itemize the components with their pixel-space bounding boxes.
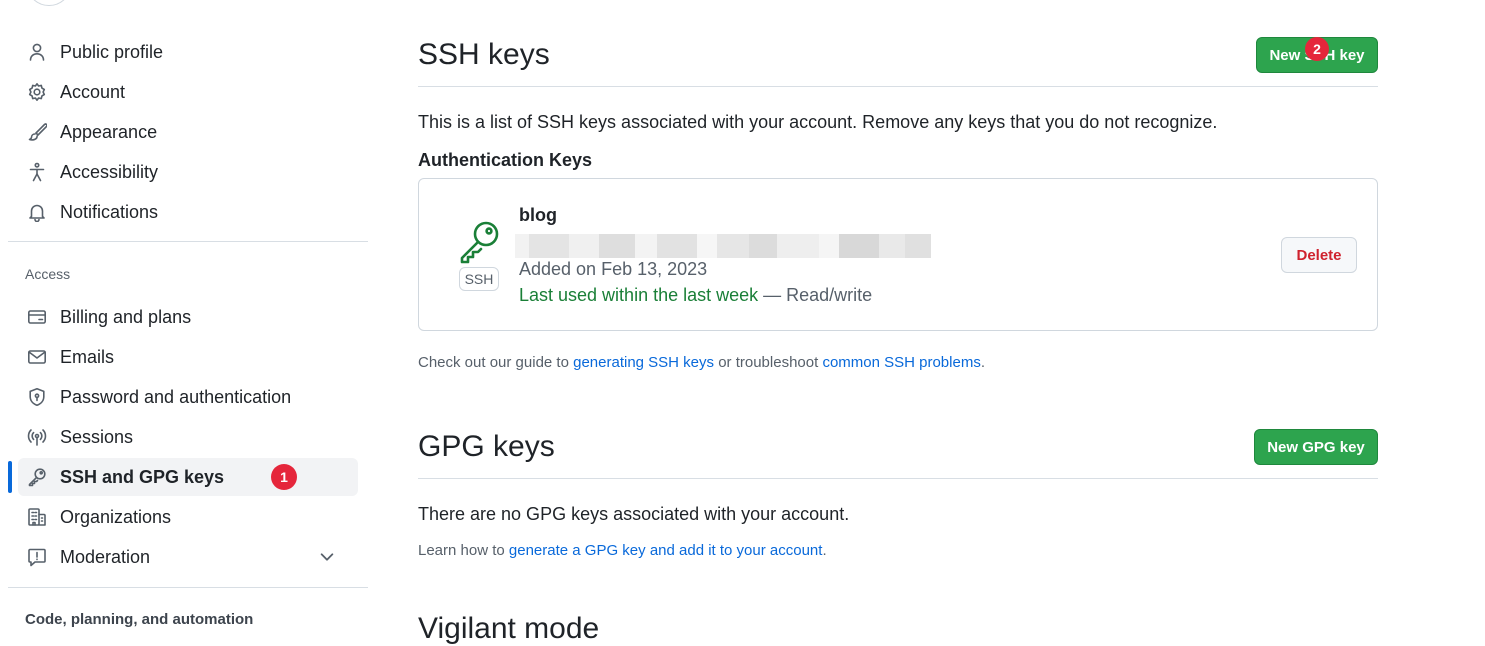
learn-prefix: Learn how to [418,542,509,559]
sidebar-divider [8,587,368,588]
sidebar-item-notifications[interactable]: Notifications [18,193,358,231]
sidebar-item-label: Public profile [60,41,164,62]
person-icon [26,41,48,63]
section-divider [418,478,1378,479]
sidebar-item-label: Emails [60,346,115,367]
sidebar-item-emails[interactable]: Emails [18,338,358,376]
sidebar-item-label: Notifications [60,201,159,222]
ssh-key-card: SSH blog Added on Feb 13, 2023 Last used… [418,178,1378,331]
broadcast-icon [26,426,48,448]
sidebar-item-label: Billing and plans [60,306,192,327]
generating-ssh-keys-link[interactable]: generating SSH keys [573,354,714,371]
key-icon [457,219,503,265]
sidebar-item-label: Account [60,81,126,102]
ssh-guide-text: Check out our guide to generating SSH ke… [418,354,985,371]
gpg-keys-heading: GPG keys [418,430,555,463]
section-divider [418,86,1378,87]
credit-card-icon [26,306,48,328]
guide-suffix: . [980,354,985,371]
annotation-badge: 2 [1305,37,1329,61]
chevron-down-icon[interactable] [318,548,336,571]
accessibility-icon [26,161,48,183]
report-icon [26,546,48,568]
key-title: blog [519,205,557,225]
ssh-keys-heading: SSH keys [418,38,550,71]
guide-mid: or troubleshoot [714,354,823,371]
delete-key-button[interactable]: Delete [1281,237,1357,273]
mail-icon [26,346,48,368]
settings-sidebar: Public profile Account Appearance Access… [8,0,368,631]
organization-icon [26,506,48,528]
key-icon [26,466,48,488]
sidebar-item-accessibility[interactable]: Accessibility [18,153,358,191]
sidebar-section-title-code: Code, planning, and automation [25,611,254,628]
sidebar-item-label: Moderation [60,546,151,567]
key-last-used-text: Last used within the last week [519,285,759,305]
gear-icon [26,81,48,103]
sidebar-divider [8,241,368,242]
active-indicator [8,461,12,493]
sidebar-item-sessions[interactable]: Sessions [18,418,358,456]
learn-suffix: . [822,542,827,559]
sidebar-item-label: Accessibility [60,161,159,182]
sidebar-item-billing[interactable]: Billing and plans [18,298,358,336]
vigilant-mode-heading: Vigilant mode [418,612,600,645]
bell-icon [26,201,48,223]
sidebar-item-moderation[interactable]: Moderation [18,538,358,576]
gpg-learn-text: Learn how to generate a GPG key and add … [418,542,827,559]
gpg-empty-text: There are no GPG keys associated with yo… [418,504,850,524]
new-ssh-key-button[interactable]: New SSH key 2 [1256,37,1378,73]
sidebar-item-account[interactable]: Account [18,73,358,111]
key-added-date: Added on Feb 13, 2023 [519,259,708,279]
new-gpg-key-button[interactable]: New GPG key [1254,429,1378,465]
sidebar-item-password-authentication[interactable]: Password and authentication [18,378,358,416]
sidebar-item-organizations[interactable]: Organizations [18,498,358,536]
sidebar-item-label: Sessions [60,426,134,447]
sidebar-item-public-profile[interactable]: Public profile [18,33,358,71]
shield-lock-icon [26,386,48,408]
sidebar-item-appearance[interactable]: Appearance [18,113,358,151]
guide-prefix: Check out our guide to [418,354,574,371]
sidebar-section-title-access: Access [25,266,71,282]
sidebar-item-label: Appearance [60,121,158,142]
key-access-level: — Read/write [758,285,873,305]
ssh-description: This is a list of SSH keys associated wi… [418,112,1218,132]
key-fingerprint-redacted [515,234,931,258]
annotation-badge: 1 [271,464,297,490]
sidebar-item-label: Password and authentication [60,386,292,407]
paintbrush-icon [26,121,48,143]
generate-gpg-key-link[interactable]: generate a GPG key and add it to your ac… [509,542,823,559]
sidebar-item-label: Organizations [60,506,172,527]
common-ssh-problems-link[interactable]: common SSH problems [822,354,980,371]
sidebar-item-label: SSH and GPG keys [60,466,225,487]
key-last-used: Last used within the last week — Read/wr… [519,285,872,306]
key-type-tag: SSH [459,267,499,291]
sidebar-item-ssh-gpg-keys[interactable]: SSH and GPG keys 1 [18,458,358,496]
authentication-keys-heading: Authentication Keys [418,150,593,170]
